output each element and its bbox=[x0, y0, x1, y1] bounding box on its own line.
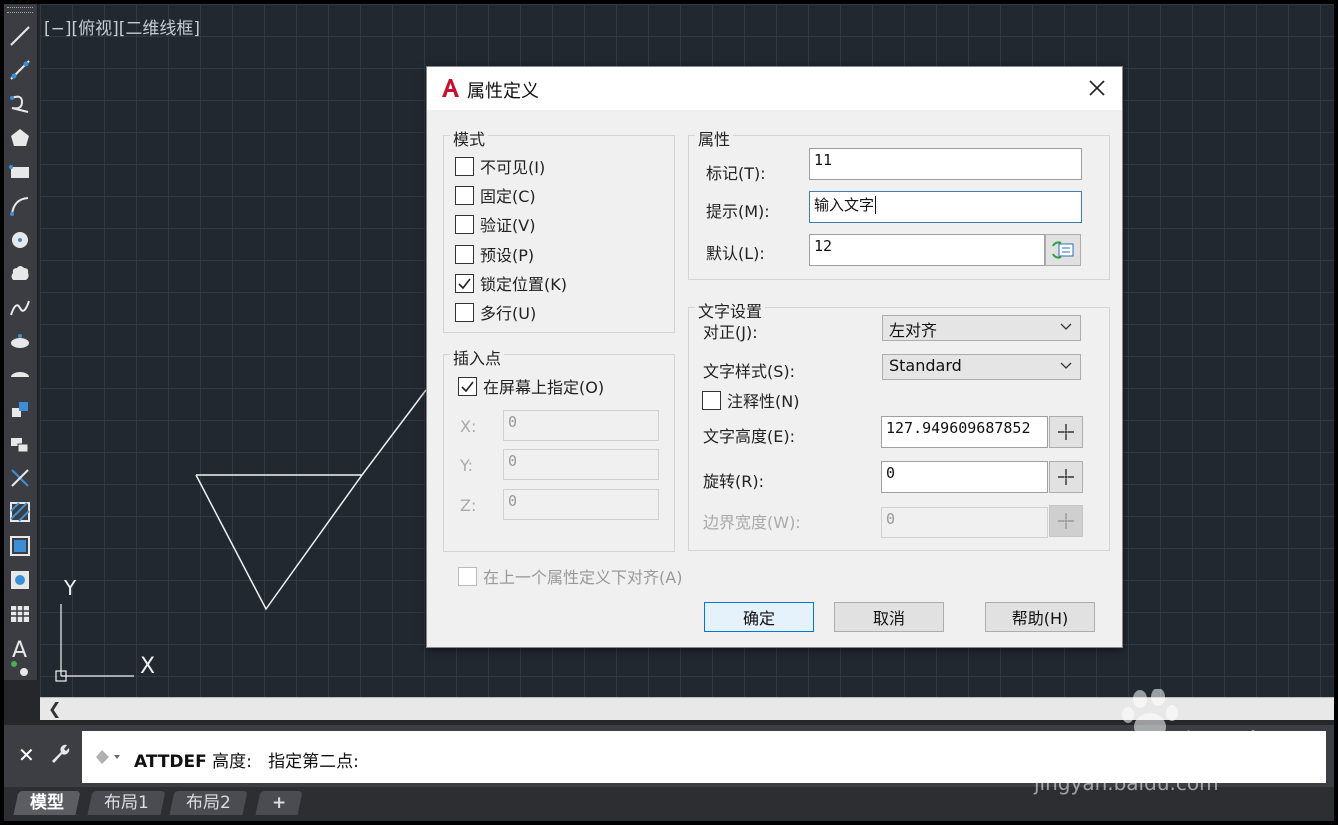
close-icon[interactable] bbox=[1087, 78, 1107, 98]
polyline-icon[interactable] bbox=[6, 90, 34, 118]
x-label: X: bbox=[460, 417, 477, 436]
specify-on-screen-checkbox[interactable]: 在屏幕上指定(O) bbox=[458, 374, 604, 398]
checkmark-icon[interactable] bbox=[455, 273, 474, 293]
command-line-bar: ✕ ATTDEF 高度: 指定第二点: bbox=[4, 725, 1334, 787]
region-icon[interactable] bbox=[6, 566, 34, 594]
y-label: Y: bbox=[460, 456, 474, 475]
circle-icon[interactable] bbox=[6, 226, 34, 254]
checkbox-box[interactable] bbox=[455, 302, 474, 322]
attribute-group-title: 属性 bbox=[695, 126, 734, 150]
construction-line-icon[interactable] bbox=[6, 56, 34, 84]
text-style-label: 文字样式(S): bbox=[703, 362, 796, 381]
x-field[interactable]: 0 bbox=[503, 410, 659, 441]
help-button[interactable]: 帮助(H) bbox=[985, 602, 1095, 632]
text-style-select[interactable]: Standard bbox=[882, 354, 1081, 380]
make-block-icon[interactable] bbox=[6, 430, 34, 458]
text-cursor bbox=[875, 196, 877, 214]
cancel-button[interactable]: 取消 bbox=[834, 602, 944, 632]
prompt-label: 提示(M): bbox=[706, 202, 770, 221]
autocad-logo-icon bbox=[439, 77, 461, 99]
pick-rotation-crosshair-icon[interactable] bbox=[1049, 461, 1083, 493]
dialog-title: 属性定义 bbox=[467, 81, 539, 102]
verify-checkbox[interactable]: 验证(V) bbox=[455, 212, 535, 236]
justification-select[interactable]: 左对齐 bbox=[882, 315, 1081, 341]
tag-label: 标记(T): bbox=[706, 164, 766, 183]
ellipse-arc-icon[interactable] bbox=[6, 362, 34, 390]
command-prompt: 高度: 指定第二点: bbox=[206, 752, 359, 772]
polygon-icon[interactable] bbox=[6, 124, 34, 152]
rotation-field[interactable]: 0 bbox=[881, 461, 1048, 493]
point-icon[interactable] bbox=[6, 464, 34, 492]
prompt-field[interactable]: 输入文字 bbox=[809, 191, 1082, 223]
text-height-field[interactable]: 127.949609687852 bbox=[881, 416, 1048, 448]
z-field[interactable]: 0 bbox=[503, 489, 659, 520]
tab-model[interactable]: 模型 bbox=[13, 791, 81, 815]
recent-commands-icon[interactable] bbox=[94, 747, 122, 767]
boundary-width-label: 边界宽度(W): bbox=[703, 513, 801, 532]
pick-height-crosshair-icon[interactable] bbox=[1049, 416, 1083, 448]
pick-width-crosshair-icon[interactable] bbox=[1049, 505, 1083, 537]
align-below-checkbox[interactable]: 在上一个属性定义下对齐(A) bbox=[458, 564, 682, 588]
close-command-line-icon[interactable]: ✕ bbox=[18, 743, 35, 767]
checkbox-box[interactable] bbox=[458, 566, 477, 586]
text-height-label: 文字高度(E): bbox=[703, 427, 795, 446]
default-field[interactable]: 12 bbox=[809, 234, 1045, 266]
lock-position-checkbox[interactable]: 锁定位置(K) bbox=[455, 271, 567, 295]
hatch-icon[interactable] bbox=[6, 498, 34, 526]
revision-cloud-icon[interactable] bbox=[6, 260, 34, 288]
chevron-down-icon bbox=[1060, 323, 1072, 330]
command-prompt-text: ATTDEF 高度: 指定第二点: bbox=[134, 747, 359, 772]
preset-checkbox[interactable]: 预设(P) bbox=[455, 242, 534, 266]
toolbar-grip[interactable] bbox=[7, 7, 33, 13]
command-input[interactable]: ATTDEF 高度: 指定第二点: bbox=[82, 731, 1326, 783]
gradient-icon[interactable] bbox=[6, 532, 34, 560]
checkmark-icon[interactable] bbox=[458, 376, 477, 396]
triangle-shape bbox=[195, 474, 364, 611]
scroll-left-icon[interactable]: ❮ bbox=[48, 699, 61, 718]
boundary-width-field[interactable]: 0 bbox=[881, 507, 1048, 538]
attribute-definition-dialog: 属性定义 模式 不可见(I) 固定(C) 验证(V) 预设(P) 锁定位置(K)… bbox=[426, 66, 1123, 648]
rubberband-line bbox=[361, 389, 427, 476]
mode-group-title: 模式 bbox=[450, 126, 489, 150]
table-icon[interactable] bbox=[6, 600, 34, 628]
tab-layout2[interactable]: 布局2 bbox=[169, 791, 248, 815]
ucs-x-label: X bbox=[140, 654, 156, 679]
checkbox-box[interactable] bbox=[455, 156, 474, 176]
draw-toolbar: A bbox=[4, 4, 38, 680]
multiline-checkbox[interactable]: 多行(U) bbox=[455, 300, 536, 324]
rotation-label: 旋转(R): bbox=[703, 472, 764, 491]
spline-icon[interactable] bbox=[6, 294, 34, 322]
arc-icon[interactable] bbox=[6, 192, 34, 220]
checkbox-box[interactable] bbox=[702, 390, 721, 410]
insert-field-icon[interactable] bbox=[1045, 234, 1081, 266]
insertion-point-title: 插入点 bbox=[450, 345, 505, 369]
tag-field[interactable]: 11 bbox=[809, 148, 1082, 180]
add-selected-icon[interactable] bbox=[6, 654, 34, 682]
y-field[interactable]: 0 bbox=[503, 449, 659, 480]
command-keyword: ATTDEF bbox=[134, 752, 207, 772]
horizontal-scrollbar[interactable]: ❮ bbox=[40, 697, 1334, 720]
invisible-checkbox[interactable]: 不可见(I) bbox=[455, 154, 545, 178]
customize-wrench-icon[interactable] bbox=[48, 741, 72, 769]
default-label: 默认(L): bbox=[706, 244, 765, 263]
justification-label: 对正(J): bbox=[703, 323, 758, 342]
insert-block-icon[interactable] bbox=[6, 396, 34, 424]
checkbox-box[interactable] bbox=[455, 185, 474, 205]
constant-checkbox[interactable]: 固定(C) bbox=[455, 183, 536, 207]
tab-layout1[interactable]: 布局1 bbox=[87, 791, 166, 815]
dialog-titlebar[interactable]: 属性定义 bbox=[427, 67, 1122, 110]
checkbox-box[interactable] bbox=[455, 214, 474, 234]
checkbox-box[interactable] bbox=[455, 244, 474, 264]
annotative-checkbox[interactable]: 注释性(N) bbox=[702, 388, 799, 412]
ok-button[interactable]: 确定 bbox=[704, 602, 814, 632]
rectangle-icon[interactable] bbox=[6, 158, 34, 186]
ellipse-icon[interactable] bbox=[6, 328, 34, 356]
chevron-down-icon bbox=[1060, 362, 1072, 369]
layout-tabs: 模型 布局1 布局2 + bbox=[4, 787, 1334, 821]
add-layout-tab[interactable]: + bbox=[255, 791, 303, 815]
line-tool-icon[interactable] bbox=[6, 22, 34, 50]
z-label: Z: bbox=[460, 496, 477, 515]
ucs-y-label: Y bbox=[64, 576, 77, 600]
